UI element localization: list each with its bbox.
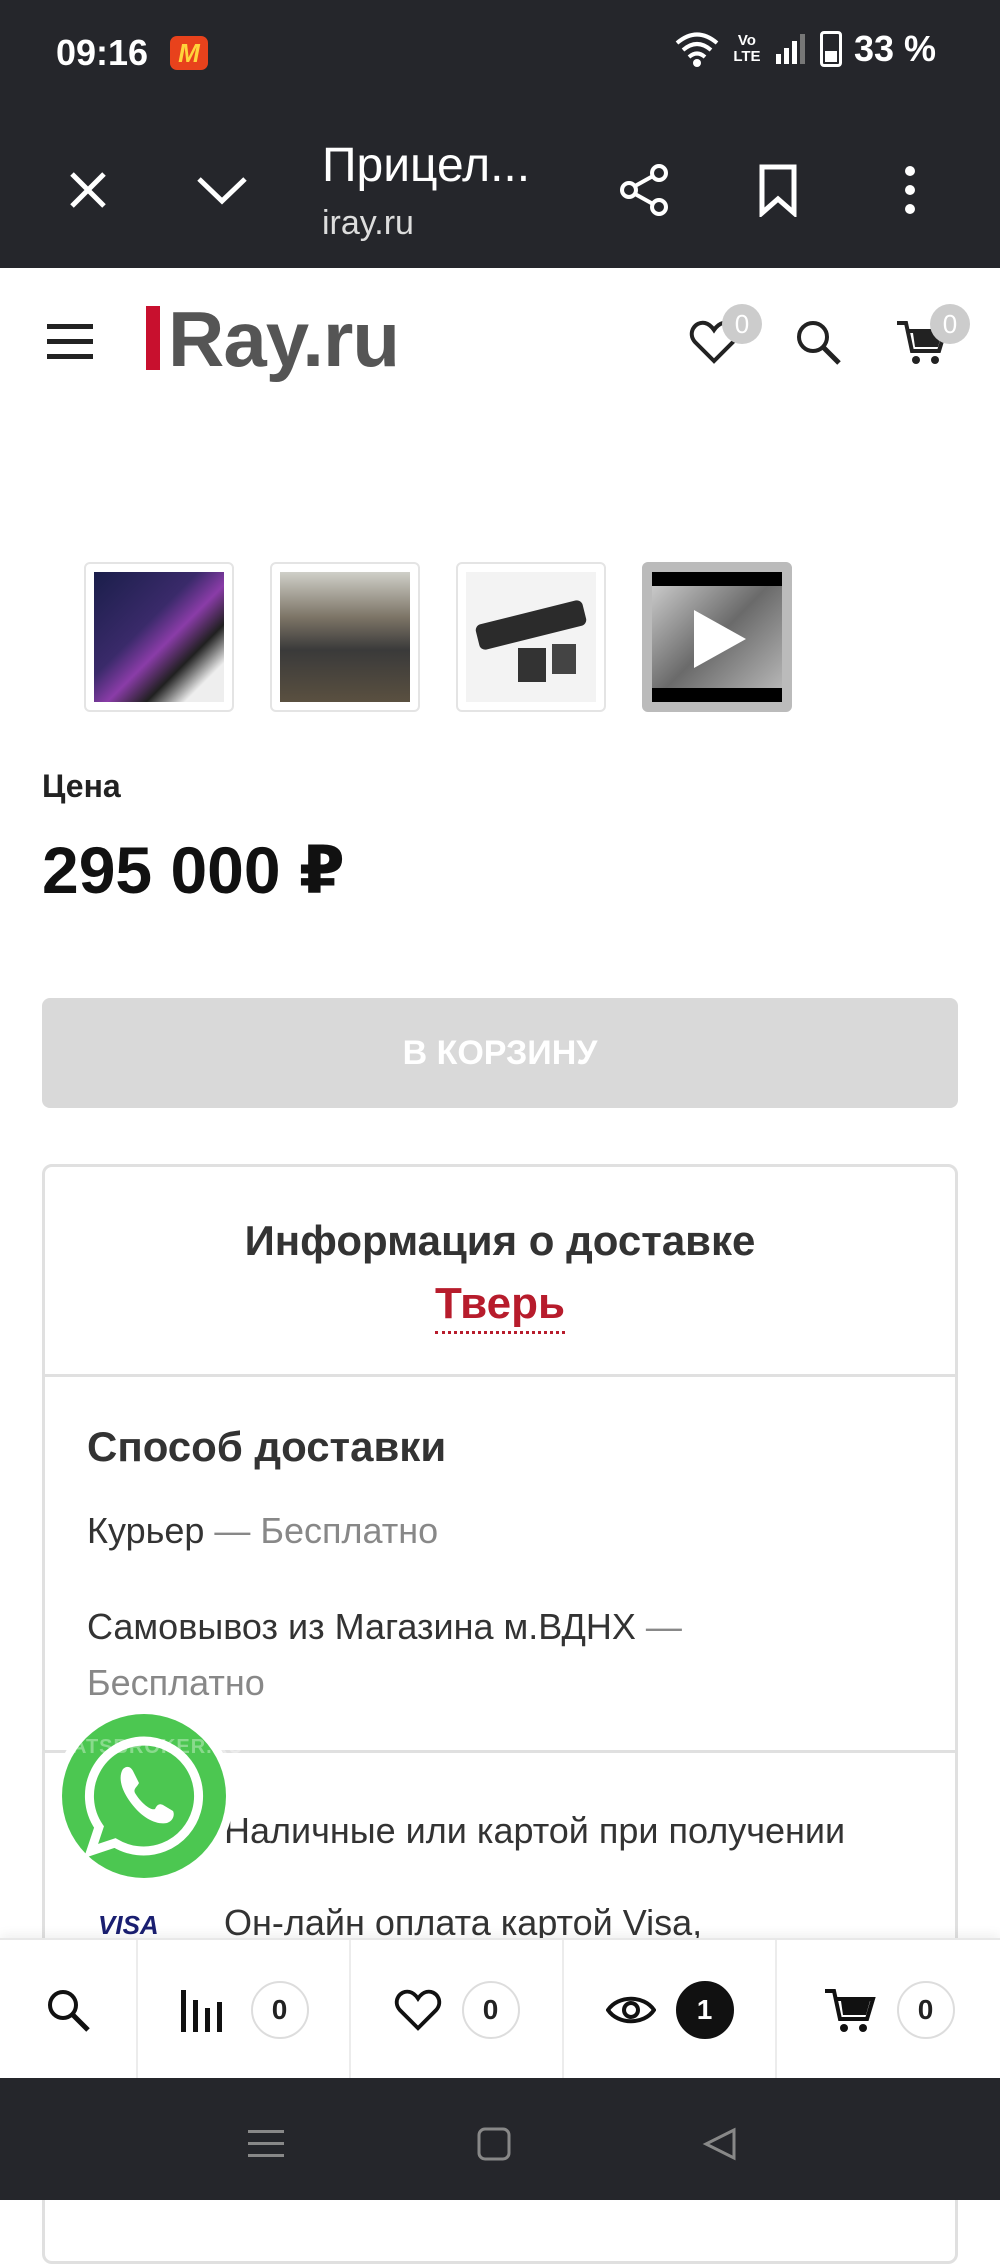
price-label: Цена [42,768,121,804]
compare-icon [180,1990,222,2032]
back-icon[interactable] [690,2114,750,2174]
home-icon[interactable] [464,2114,524,2174]
option-sep: — [204,1510,261,1551]
whatsapp-button[interactable]: ATSBROKER.RU [54,1706,243,1886]
page-title[interactable]: Прицел... [322,138,530,193]
status-time: 09:16 [56,32,149,73]
thumbnail-2[interactable] [270,562,420,712]
page-url[interactable]: iray.ru [322,204,414,243]
search-icon [48,1990,90,2032]
bottom-nav-compare[interactable]: 0 [138,1940,351,2080]
compare-count: 0 [250,1981,309,2039]
delivery-city-link[interactable]: Тверь [434,1279,566,1334]
viewed-count: 1 [675,1981,734,2039]
thumbnail-3[interactable] [456,562,606,712]
site-header: Ray.ru 0 0 [0,268,1000,408]
thumbnail-1[interactable] [84,562,234,712]
thumbnail-image [652,572,782,702]
payment-option-cash: Наличные или картой при получении [224,1810,846,1851]
delivery-header: Информация о доставке Тверь [45,1167,955,1377]
thumbnail-image [280,572,410,702]
bottom-nav: 0 0 1 0 [0,1938,1000,2080]
product-price: 295 000 ₽ [42,833,345,907]
cart-icon [824,1989,876,2032]
logo-bar [146,306,160,370]
battery-percent: 33 % [853,28,936,69]
delivery-option-pickup: Самовывоз из Магазина м.ВДНХ — Бесплатно [87,1599,913,1711]
bookmark-icon[interactable] [738,150,818,230]
delivery-option-courier: Курьер — Бесплатно [87,1503,913,1559]
more-vert-icon[interactable] [870,150,950,230]
thumbnail-image [94,572,224,702]
whatsapp-watermark: ATSBROKER.RU [72,1736,244,1758]
close-icon[interactable] [48,150,128,230]
signal-icon [775,34,805,64]
search-icon[interactable] [786,310,850,374]
eye-icon [605,1996,656,2024]
delivery-methods-title: Способ доставки [87,1423,447,1470]
play-icon [694,610,746,668]
app-notification-icon: M [170,36,208,70]
system-nav-bar [0,2078,1000,2200]
bottom-nav-search[interactable] [0,1940,138,2080]
bottom-nav-favorites[interactable]: 0 [351,1940,564,2080]
option-name: Самовывоз из Магазина м.ВДНХ [87,1606,636,1647]
delivery-title: Информация о доставке [244,1217,756,1264]
option-price: Бесплатно [87,1662,265,1703]
cart-count: 0 [896,1981,955,2039]
visa-logo: VISA [98,1910,159,1940]
bottom-nav-viewed[interactable]: 1 [564,1940,777,2080]
add-to-cart-button[interactable]: В КОРЗИНУ [42,998,958,1108]
battery-icon [819,31,842,67]
browser-toolbar: Прицел... iray.ru [0,110,1000,268]
wifi-icon [675,32,719,67]
wishlist-count-badge: 0 [722,304,762,344]
delivery-methods: Способ доставки Курьер — Бесплатно Самов… [45,1377,955,1753]
hamburger-menu-icon[interactable] [38,310,102,374]
status-indicators: Vo LTE 33 % [674,28,936,70]
logo-text: Ray.ru [168,295,400,383]
favorites-count: 0 [461,1981,520,2039]
option-price: Бесплатно [260,1510,439,1551]
site-logo[interactable]: Ray.ru [146,294,400,385]
option-sep: — [635,1606,682,1647]
status-bar: 09:16 M Vo LTE 33 % [0,0,1000,110]
cart-count-badge: 0 [930,304,970,344]
heart-icon [394,1989,441,2031]
thumbnail-image [466,572,596,702]
option-name: Курьер [87,1510,205,1551]
share-icon[interactable] [604,150,684,230]
recent-apps-icon[interactable] [236,2114,296,2174]
volte-indicator: Vo LTE [733,32,761,65]
video-thumbnail[interactable] [642,562,792,712]
bottom-nav-cart[interactable]: 0 [777,1940,1000,2080]
chevron-down-icon[interactable] [182,150,262,230]
